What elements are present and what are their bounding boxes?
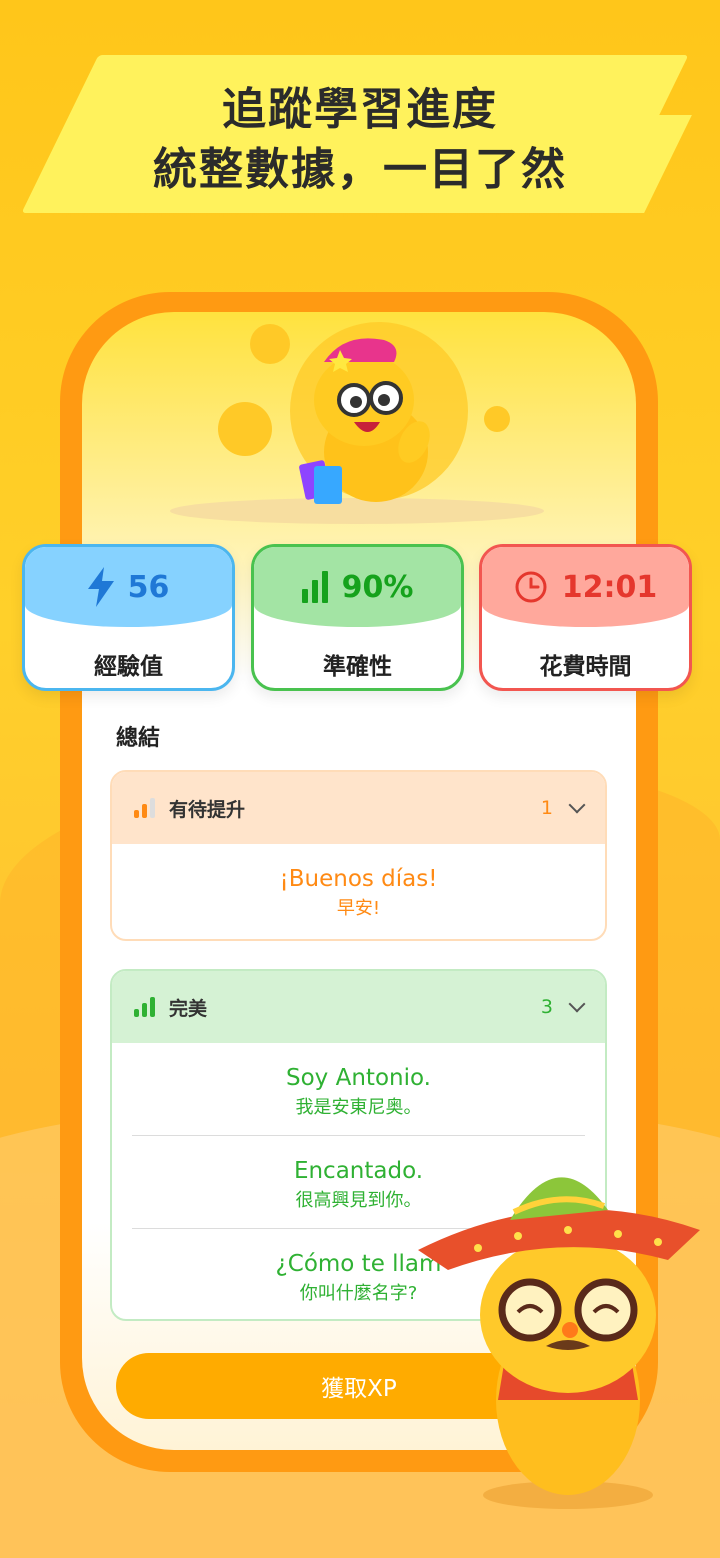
group-name: 有待提升 [169, 798, 246, 821]
group-header-perfect[interactable]: 完美 3 [112, 971, 605, 1043]
decor-bubble [218, 402, 272, 456]
group-count: 1 [540, 797, 553, 819]
entry-translation: 我是安東尼奥。 [295, 1097, 422, 1118]
chevron-down-icon[interactable] [568, 796, 586, 814]
entry-translation: 早安! [336, 898, 381, 919]
headline: 追蹤學習進度 統整數據，一目了然 [0, 80, 720, 200]
accuracy-label: 準確性 [323, 654, 392, 680]
xp-value: 56 [127, 569, 170, 605]
clock-icon [515, 571, 547, 603]
stat-card-xp: 56 經驗值 [22, 544, 235, 691]
time-value: 12:01 [561, 569, 658, 605]
entry-spanish: ¡Buenos días! [279, 866, 438, 892]
stat-card-time: 12:01 花費時間 [479, 544, 692, 691]
signal-bars-icon [134, 798, 155, 818]
group-needs-improvement: 有待提升 1 ¡Buenos días! 早安! [110, 770, 607, 941]
list-item[interactable]: Soy Antonio. 我是安東尼奥。 [112, 1043, 605, 1135]
list-item[interactable]: ¡Buenos días! 早安! [112, 844, 605, 936]
lightning-icon [87, 567, 114, 607]
summary-title: 總結 [116, 726, 161, 751]
signal-bars-icon [134, 997, 155, 1017]
group-name: 完美 [169, 997, 208, 1020]
group-count: 3 [540, 996, 553, 1018]
headline-line2: 統整數據，一目了然 [153, 144, 567, 195]
headline-line1: 追蹤學習進度 [222, 84, 498, 135]
group-header-needs-improvement[interactable]: 有待提升 1 [112, 772, 605, 844]
xp-label: 經驗值 [94, 654, 163, 680]
time-label: 花費時間 [539, 654, 632, 680]
stat-card-accuracy: 90% 準確性 [251, 544, 464, 691]
accuracy-value: 90% [341, 569, 414, 605]
signal-bars-icon [301, 571, 328, 603]
chevron-down-icon[interactable] [568, 995, 586, 1013]
mascot-sombrero-illustration [418, 1177, 700, 1509]
mascot-shopping-illustration [299, 338, 430, 504]
entry-spanish: Soy Antonio. [286, 1065, 431, 1091]
decor-bubble [484, 406, 510, 432]
